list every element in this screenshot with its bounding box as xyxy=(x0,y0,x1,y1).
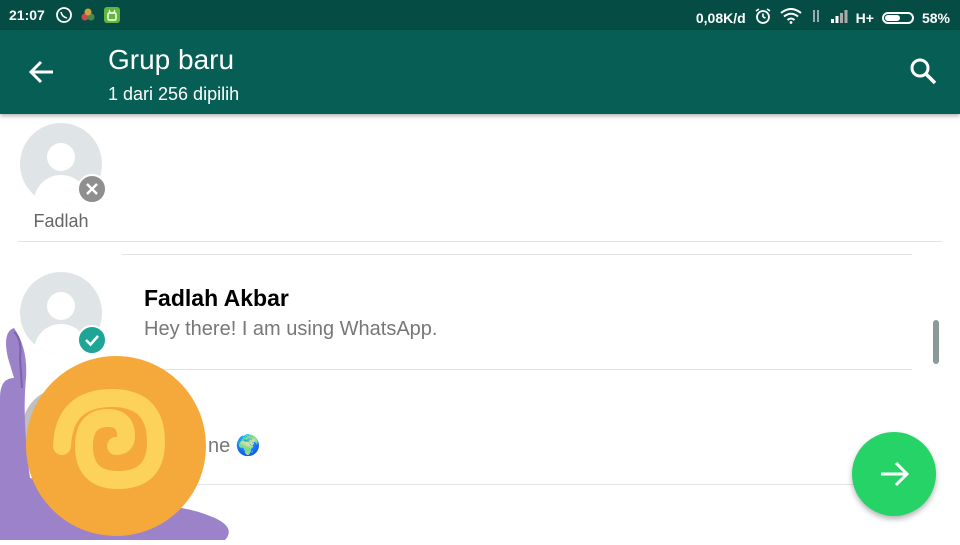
selected-participants: Fadlah xyxy=(0,114,960,242)
close-icon[interactable] xyxy=(77,174,107,204)
alarm-icon xyxy=(754,7,772,28)
signal-icon xyxy=(830,8,848,27)
page-title: Grup baru xyxy=(108,44,235,75)
network-speed: 0,08K/d xyxy=(695,9,746,26)
network-type: H+ xyxy=(855,9,874,26)
arrow-left-icon[interactable] xyxy=(26,56,58,88)
battery-icon xyxy=(881,11,914,24)
wifi-icon xyxy=(780,8,802,27)
status-bar: 21:07 0,08K/d H+ 58% xyxy=(0,0,960,30)
app-bar: Grup baru 1 dari 256 dipilih xyxy=(0,30,960,114)
search-icon[interactable] xyxy=(908,56,938,86)
status-time: 21:07 xyxy=(9,7,45,23)
next-button[interactable] xyxy=(852,432,936,516)
selected-chip-name: Fadlah xyxy=(33,211,89,231)
snail-sticker xyxy=(0,318,232,540)
divider xyxy=(18,241,942,242)
scrollbar[interactable] xyxy=(933,320,939,364)
arrow-right-icon xyxy=(881,461,910,487)
divider xyxy=(122,484,912,485)
selected-chip[interactable]: Fadlah xyxy=(0,114,122,242)
selection-count: 1 dari 256 dipilih xyxy=(108,84,240,104)
android-icon xyxy=(104,7,120,23)
app-icon xyxy=(80,7,96,23)
whatsapp-icon xyxy=(56,7,72,23)
battery-percent: 58% xyxy=(921,9,950,26)
contact-name: Fadlah Akbar xyxy=(144,285,289,311)
data-transfer-icon xyxy=(810,8,822,27)
